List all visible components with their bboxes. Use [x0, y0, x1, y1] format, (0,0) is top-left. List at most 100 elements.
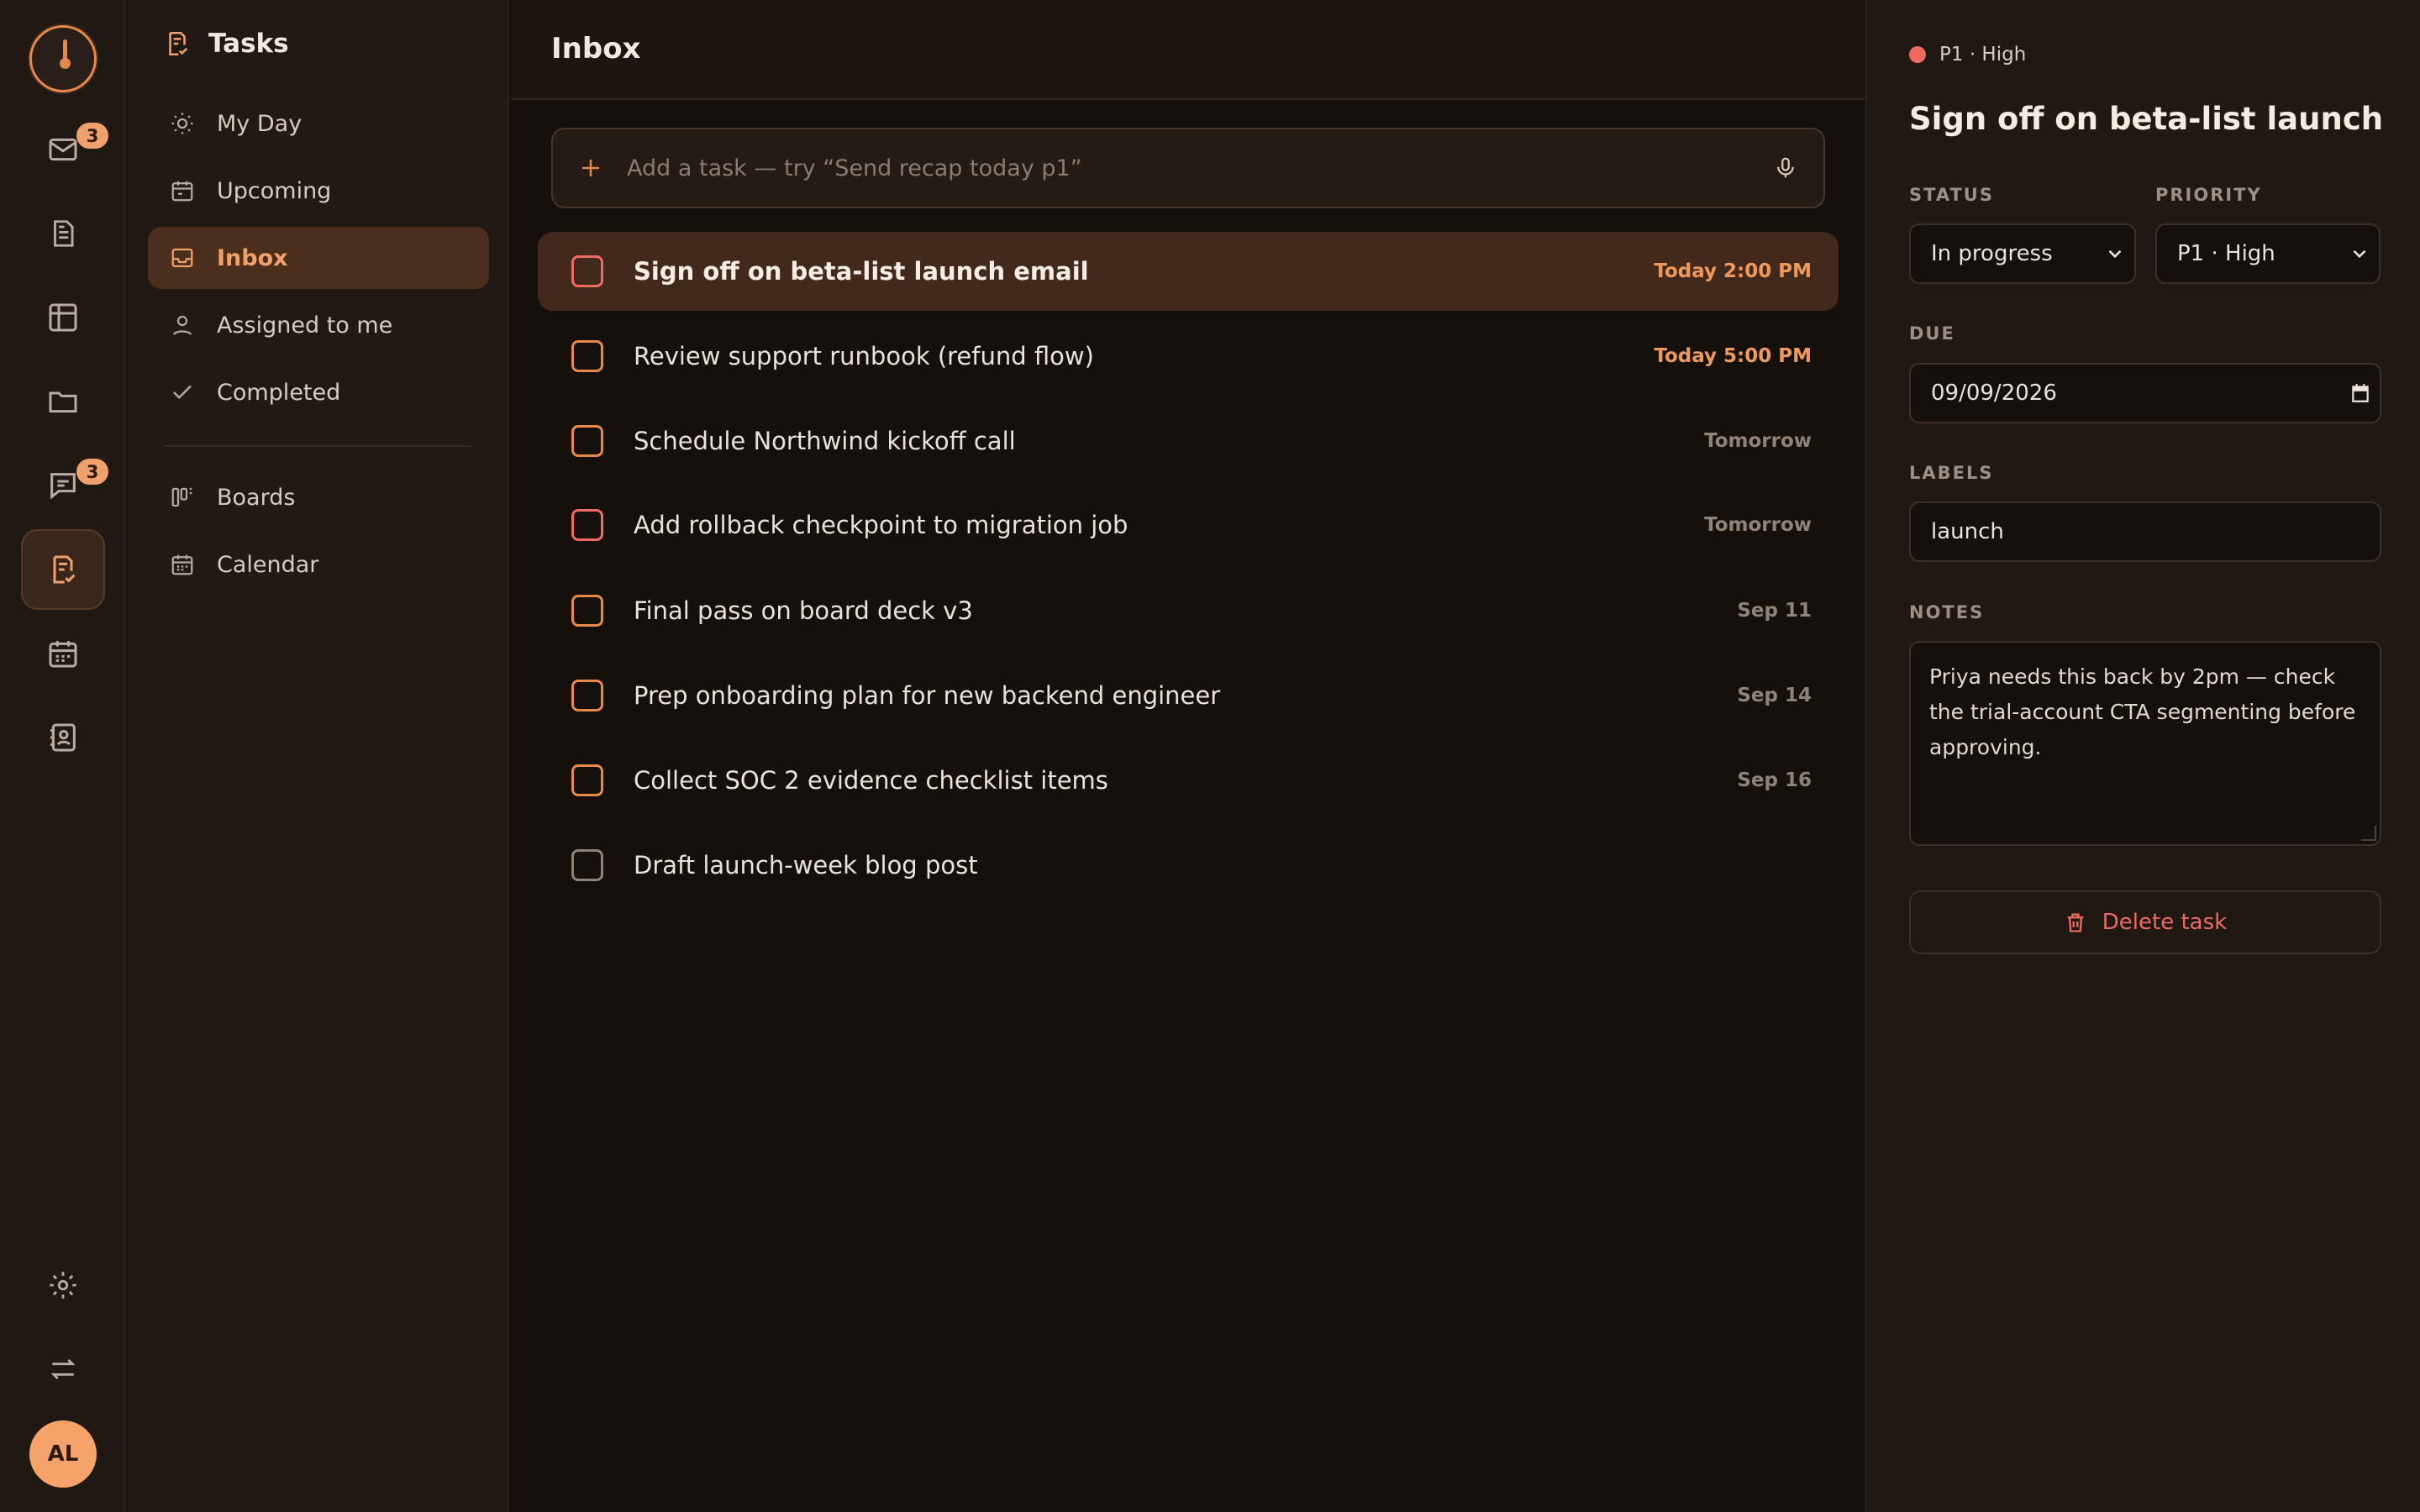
- status-value: In progress: [1931, 241, 2053, 266]
- task-title: Final pass on board deck v3: [634, 596, 973, 625]
- delete-task-label: Delete task: [2102, 910, 2228, 935]
- sidebar-item-boards[interactable]: Boards: [148, 466, 489, 528]
- sidebar-item-label: Calendar: [217, 551, 319, 578]
- sun-icon: [171, 113, 193, 134]
- calendar-icon: [171, 181, 193, 202]
- sidebar-item-label: My Day: [217, 110, 302, 137]
- task-title: Add rollback checkpoint to migration job: [634, 511, 1128, 539]
- mail-icon: [49, 138, 77, 161]
- sidebar-item-label: Assigned to me: [217, 312, 393, 339]
- task-title: Draft launch-week blog post: [634, 851, 978, 879]
- task-row[interactable]: Final pass on board deck v3 Sep 11: [538, 571, 1839, 650]
- notes-value: Priya needs this back by 2pm — check the…: [1929, 664, 2356, 759]
- chevron-down-icon: [2108, 249, 2122, 259]
- task-row[interactable]: Sign off on beta-list launch email Today…: [538, 232, 1839, 311]
- task-checkbox[interactable]: [571, 509, 603, 541]
- contacts-icon: [50, 723, 76, 752]
- priority-dot-icon: [1909, 46, 1926, 63]
- task-checkbox[interactable]: [571, 340, 603, 372]
- task-row[interactable]: Prep onboarding plan for new backend eng…: [538, 656, 1839, 735]
- rail-tasks-button[interactable]: [21, 529, 105, 610]
- task-checkbox[interactable]: [571, 425, 603, 457]
- task-detail-title[interactable]: Sign off on beta-list launch email: [1909, 101, 2385, 137]
- labels-value: launch: [1931, 519, 2004, 544]
- sidebar-item-upcoming[interactable]: Upcoming: [148, 160, 489, 222]
- notes-label: NOTES: [1909, 602, 1985, 622]
- priority-select[interactable]: P1 · High: [2155, 223, 2381, 284]
- status-label: STATUS: [1909, 185, 1994, 205]
- swap-arrows-icon: [50, 1358, 76, 1380]
- due-label: DUE: [1909, 323, 1955, 344]
- microphone-icon[interactable]: [1773, 155, 1798, 181]
- labels-input[interactable]: launch: [1909, 501, 2381, 562]
- calendar-picker-icon[interactable]: [2349, 382, 2371, 404]
- sidebar-item-label: Upcoming: [217, 177, 332, 204]
- status-select[interactable]: In progress: [1909, 223, 2136, 284]
- rail-switch-button[interactable]: [21, 1329, 105, 1410]
- task-checkbox[interactable]: [571, 595, 603, 627]
- due-date-field[interactable]: 09/09/2026: [1909, 363, 2381, 423]
- labels-label: LABELS: [1909, 463, 1994, 483]
- sidebar-item-label: Completed: [217, 379, 341, 406]
- task-list-icon: [169, 31, 188, 56]
- chat-icon: [50, 473, 76, 500]
- task-row[interactable]: Collect SOC 2 evidence checklist items S…: [538, 741, 1839, 820]
- rail-files-button[interactable]: [21, 361, 105, 442]
- task-row[interactable]: Draft launch-week blog post: [538, 826, 1839, 905]
- priority-chip-label: P1 · High: [1939, 44, 2027, 66]
- task-detail-panel: P1 · High Sign off on beta-list launch e…: [1865, 0, 2420, 1512]
- sidebar-item-completed[interactable]: Completed: [148, 361, 489, 423]
- priority-label: PRIORITY: [2155, 185, 2262, 205]
- trash-icon: [2067, 913, 2084, 932]
- priority-value: P1 · High: [2177, 241, 2275, 266]
- task-due: Sep 14: [1737, 685, 1812, 706]
- person-icon: [172, 315, 192, 335]
- task-row[interactable]: Review support runbook (refund flow) Tod…: [538, 317, 1839, 396]
- rail-settings-button[interactable]: [21, 1245, 105, 1326]
- page-title: Inbox: [551, 32, 641, 66]
- task-row[interactable]: Add rollback checkpoint to migration job…: [538, 486, 1839, 564]
- chat-badge: 3: [76, 459, 108, 485]
- task-title: Sign off on beta-list launch email: [634, 257, 1089, 286]
- task-title: Prep onboarding plan for new backend eng…: [634, 681, 1221, 710]
- tasks-sidebar: Tasks My Day Upcoming Inbox Assigned to …: [128, 0, 509, 1512]
- rail-chat-button[interactable]: 3: [21, 445, 108, 526]
- check-icon: [173, 385, 192, 400]
- task-due: Today 2:00 PM: [1654, 260, 1812, 282]
- table-icon: [49, 303, 77, 332]
- task-checkbox[interactable]: [571, 680, 603, 711]
- sidebar-item-my-day[interactable]: My Day: [148, 92, 489, 155]
- sidebar-header: Tasks: [163, 29, 289, 59]
- gear-icon: [50, 1272, 76, 1299]
- main-header: Inbox: [511, 0, 1865, 100]
- task-checkbox[interactable]: [571, 255, 603, 287]
- delete-task-button[interactable]: Delete task: [1909, 890, 2381, 954]
- inbox-icon: [171, 248, 193, 268]
- sidebar-divider: [165, 445, 472, 447]
- rail-contacts-button[interactable]: [21, 697, 105, 778]
- rail-docs-button[interactable]: [21, 193, 105, 274]
- mail-badge: 3: [76, 123, 108, 149]
- document-icon: [54, 220, 74, 247]
- sidebar-item-label: Inbox: [217, 244, 288, 271]
- rail-mail-button[interactable]: 3: [21, 109, 108, 190]
- add-task-bar: [551, 128, 1825, 208]
- resize-handle-icon[interactable]: [2361, 826, 2376, 841]
- notes-textarea[interactable]: Priya needs this back by 2pm — check the…: [1909, 641, 2381, 846]
- rail-tables-button[interactable]: [21, 277, 105, 358]
- task-due: Tomorrow: [1704, 514, 1812, 536]
- plus-icon[interactable]: [578, 155, 603, 181]
- sidebar-item-calendar[interactable]: Calendar: [148, 533, 489, 596]
- add-task-input[interactable]: [625, 154, 1773, 182]
- board-icon: [171, 487, 192, 507]
- task-checkbox[interactable]: [571, 849, 603, 881]
- task-title: Review support runbook (refund flow): [634, 342, 1094, 370]
- sidebar-item-inbox[interactable]: Inbox: [148, 227, 489, 289]
- sidebar-item-assigned-to-me[interactable]: Assigned to me: [148, 294, 489, 356]
- sidebar-item-label: Boards: [217, 484, 296, 511]
- task-row[interactable]: Schedule Northwind kickoff call Tomorrow: [538, 402, 1839, 480]
- rail-calendar-button[interactable]: [21, 613, 105, 694]
- task-checkbox[interactable]: [571, 764, 603, 796]
- app-logo-icon[interactable]: [29, 25, 97, 92]
- user-avatar[interactable]: AL: [29, 1420, 97, 1488]
